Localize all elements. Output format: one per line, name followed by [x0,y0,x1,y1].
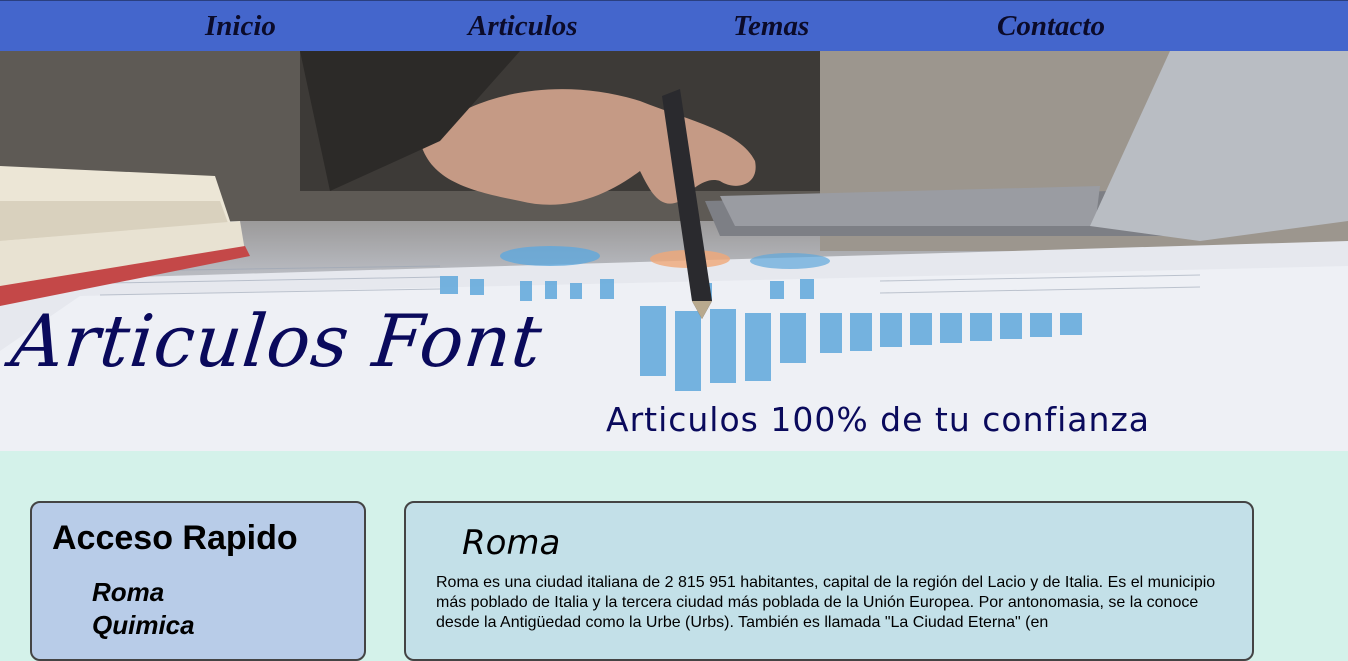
top-navigation: Inicio Articulos Temas Contacto [0,0,1348,51]
quick-access-heading: Acceso Rapido [52,519,298,557]
quick-link-quimica[interactable]: Quimica [92,610,195,641]
site-title: Articulos Font [7,299,547,383]
quick-link-roma[interactable]: Roma [92,577,164,608]
nav-link-articulos[interactable]: Articulos [468,10,578,43]
nav-link-inicio[interactable]: Inicio [205,10,276,43]
article-card: Roma Roma es una ciudad italiana de 2 81… [404,501,1254,661]
nav-link-contacto[interactable]: Contacto [997,10,1105,43]
quick-access-panel: Acceso Rapido Roma Quimica [30,501,366,661]
article-title: Roma [462,523,561,563]
nav-link-temas[interactable]: Temas [733,10,809,43]
hero-banner: Articulos Font Articulos 100% de tu conf… [0,51,1348,451]
hero-background-image [0,51,1348,451]
article-body: Roma es una ciudad italiana de 2 815 951… [436,574,1216,631]
site-tagline: Articulos 100% de tu confianza [606,400,1150,439]
